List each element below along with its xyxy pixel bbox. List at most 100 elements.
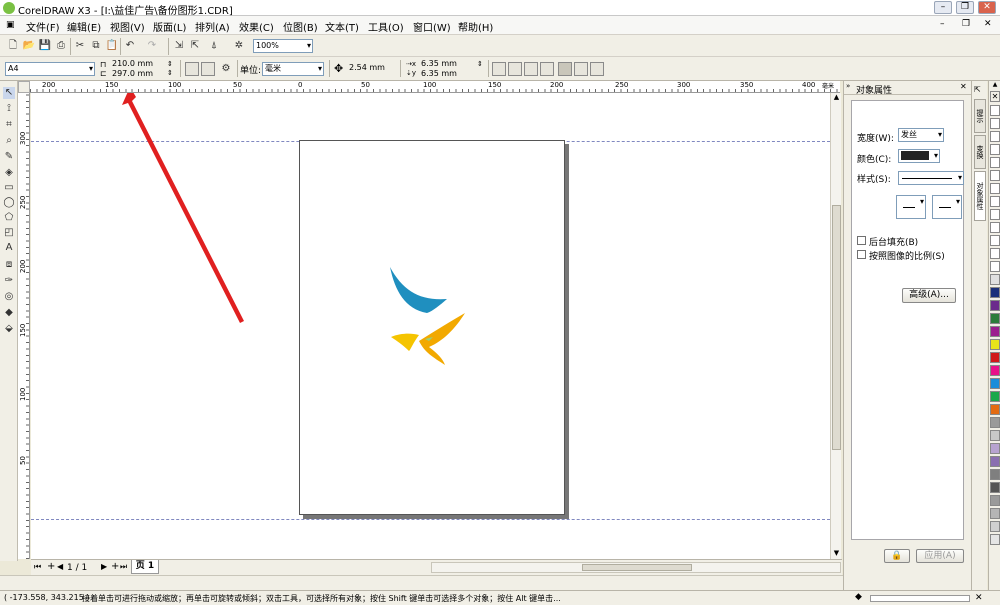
tab-transform[interactable]: 变换 — [974, 135, 986, 169]
menu-window[interactable]: 窗口(W) — [413, 19, 451, 34]
close-button[interactable]: ✕ — [978, 1, 996, 14]
save-icon[interactable]: 💾 — [38, 39, 52, 53]
page-a4[interactable] — [299, 140, 565, 515]
menu-view[interactable]: 视图(V) — [110, 19, 145, 34]
menu-edit[interactable]: 编辑(E) — [67, 19, 101, 34]
palette-swatch[interactable] — [990, 521, 1000, 532]
menu-help[interactable]: 帮助(H) — [458, 19, 493, 34]
palette-swatch[interactable] — [990, 430, 1000, 441]
smart-fill-icon[interactable]: ◈ — [3, 167, 15, 179]
menu-file[interactable]: 文件(F) — [26, 19, 60, 34]
docker-close-icon[interactable]: ✕ — [960, 82, 967, 91]
outline-width-select[interactable]: 发丝 — [898, 128, 944, 142]
export-icon[interactable]: ⇱ — [188, 39, 202, 53]
palette-swatch[interactable] — [990, 287, 1000, 298]
basic-shapes-icon[interactable]: ◰ — [3, 227, 15, 239]
outline-color-picker[interactable] — [898, 149, 940, 163]
import-icon[interactable]: ⇲ — [172, 39, 186, 53]
polygon-tool-icon[interactable]: ⬠ — [3, 212, 15, 224]
doc-close-button[interactable]: ✕ — [984, 19, 992, 29]
palette-swatch[interactable] — [990, 157, 1000, 168]
menu-arrange[interactable]: 排列(A) — [195, 19, 230, 34]
palette-swatch[interactable] — [990, 118, 1000, 129]
fill-tool-icon[interactable]: ◆ — [3, 307, 15, 319]
palette-swatch[interactable] — [990, 391, 1000, 402]
horizontal-ruler[interactable]: 200 150 100 50 0 50 100 150 200 250 300 … — [30, 81, 840, 93]
paste-icon[interactable]: 📋 — [105, 39, 119, 53]
palette-scroll-up[interactable]: ▲ — [990, 81, 1000, 89]
scroll-up-button[interactable]: ▲ — [832, 93, 841, 102]
lock-button[interactable]: 🔒 — [884, 549, 910, 563]
hscroll-thumb[interactable] — [582, 564, 692, 571]
palette-swatch[interactable] — [990, 365, 1000, 376]
tab-object-properties[interactable]: 对象属性 — [974, 171, 986, 221]
palette-swatch[interactable] — [990, 456, 1000, 467]
vertical-ruler[interactable]: 300 250 200 150 100 50 — [18, 93, 30, 559]
add-page-before-button[interactable]: + — [47, 561, 55, 572]
scale-with-image-checkbox[interactable] — [857, 250, 866, 259]
application-launcher-icon[interactable]: ⍋ — [207, 39, 221, 53]
tab-hints[interactable]: 提示 — [974, 99, 986, 133]
ruler-origin[interactable] — [18, 81, 30, 93]
open-icon[interactable]: 📂 — [22, 39, 36, 53]
snap-grid-button[interactable] — [492, 62, 506, 76]
horizontal-scrollbar[interactable] — [431, 562, 841, 573]
paper-height-field[interactable]: 297.0 mm — [110, 69, 166, 79]
palette-swatch[interactable] — [990, 274, 1000, 285]
print-icon[interactable]: ⎙ — [54, 39, 68, 53]
palette-swatch[interactable] — [990, 352, 1000, 363]
palette-swatch[interactable] — [990, 248, 1000, 259]
start-arrow-select[interactable] — [896, 195, 926, 219]
scroll-down-button[interactable]: ▼ — [832, 549, 841, 558]
next-page-button[interactable]: ▶ — [101, 562, 107, 571]
menu-effects[interactable]: 效果(C) — [239, 19, 274, 34]
palette-swatch[interactable] — [990, 443, 1000, 454]
landscape-button[interactable] — [201, 62, 215, 76]
palette-swatch[interactable] — [990, 534, 1000, 545]
doc-minimize-button[interactable]: – — [940, 19, 945, 29]
width-spinner[interactable]: ⇕ — [167, 60, 173, 68]
palette-swatch[interactable] — [990, 482, 1000, 493]
interactive-fill-icon[interactable]: ⬙ — [3, 323, 15, 335]
palette-swatch[interactable] — [990, 469, 1000, 480]
doc-restore-button[interactable]: ❐ — [962, 19, 970, 29]
rectangle-tool-icon[interactable]: ▭ — [3, 182, 15, 194]
minimize-button[interactable]: – — [934, 1, 952, 14]
redo-icon[interactable]: ↷ — [145, 39, 159, 53]
height-spinner[interactable]: ⇕ — [167, 69, 173, 77]
palette-swatch[interactable] — [990, 131, 1000, 142]
behind-fill-checkbox[interactable] — [857, 236, 866, 245]
add-page-after-button[interactable]: + — [111, 561, 119, 572]
dup-spinner[interactable]: ⇕ — [477, 60, 483, 68]
options-button[interactable] — [590, 62, 604, 76]
palette-swatch[interactable] — [990, 183, 1000, 194]
unit-select[interactable]: 毫米 — [262, 62, 324, 76]
nudge-field[interactable]: 2.54 mm — [347, 62, 395, 76]
corel-online-icon[interactable]: ✲ — [232, 39, 246, 53]
page-tab[interactable]: 页 1 — [131, 560, 159, 574]
cut-icon[interactable]: ✂ — [73, 39, 87, 53]
palette-swatch[interactable] — [990, 508, 1000, 519]
duplicate-y-field[interactable]: 6.35 mm — [419, 69, 474, 79]
vscroll-thumb[interactable] — [832, 205, 841, 450]
document-menu-icon[interactable]: ▣ — [6, 20, 15, 30]
palette-swatch[interactable] — [990, 222, 1000, 233]
palette-swatch[interactable] — [990, 209, 1000, 220]
end-arrow-select[interactable] — [932, 195, 962, 219]
menu-tools[interactable]: 工具(O) — [368, 19, 404, 34]
drawing-canvas[interactable] — [31, 93, 830, 559]
first-page-button[interactable]: ⏮ — [34, 562, 41, 572]
snap-guides-button[interactable] — [508, 62, 522, 76]
menu-layout[interactable]: 版面(L) — [153, 19, 186, 34]
new-icon[interactable]: 🗋 — [6, 39, 20, 53]
palette-swatch[interactable] — [990, 339, 1000, 350]
menu-bitmaps[interactable]: 位图(B) — [283, 19, 318, 34]
draw-outline-button[interactable] — [574, 62, 588, 76]
vertical-scrollbar[interactable]: ▲ ▼ — [830, 93, 841, 559]
apply-button[interactable]: 应用(A) — [916, 549, 964, 563]
copy-icon[interactable]: ⧉ — [89, 39, 103, 53]
palette-swatch[interactable] — [990, 105, 1000, 116]
palette-swatch[interactable] — [990, 170, 1000, 181]
undo-icon[interactable]: ↶ — [123, 39, 137, 53]
restore-button[interactable]: ❐ — [956, 1, 974, 14]
